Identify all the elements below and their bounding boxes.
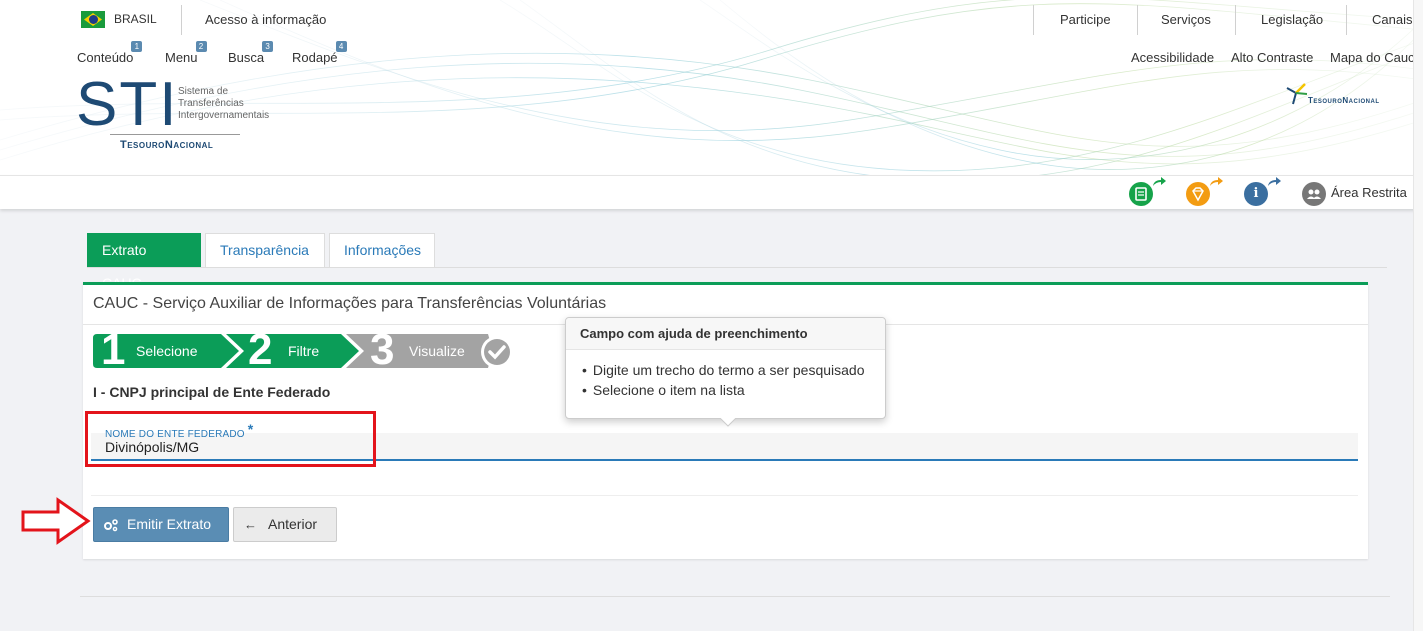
tab-informacoes[interactable]: Informações (329, 233, 435, 268)
skip-to-menu-link[interactable]: Menu 2 (165, 41, 207, 65)
tooltip-tail (720, 418, 736, 427)
tesouro-nacional-logo-icon (1286, 83, 1308, 105)
gears-icon (104, 519, 118, 532)
alto-contraste-link[interactable]: Alto Contraste (1231, 50, 1313, 65)
tooltip-item: Digite um trecho do termo a ser pesquisa… (582, 360, 885, 380)
tesouro-nacional-text: TesouroNacional (120, 139, 214, 151)
share-arrow-icon (1153, 177, 1166, 186)
page-scrollbar[interactable] (1413, 0, 1423, 631)
tooltip-item: Selecione o item na lista (582, 380, 885, 400)
tab-extrato-cauc[interactable]: Extrato CAUC (87, 233, 201, 291)
tesouro-nacional-small-text: TesouroNacional (1308, 96, 1380, 105)
anterior-button[interactable]: ← Anterior (233, 507, 337, 542)
legislacao-link[interactable]: Legislação (1261, 12, 1323, 27)
tab-transparencia[interactable]: Transparência (205, 233, 325, 268)
government-bar: BRASIL Acesso à informação Participe Ser… (0, 5, 1423, 35)
participe-link[interactable]: Participe (1060, 12, 1111, 27)
site-header: BRASIL Acesso à informação Participe Ser… (0, 0, 1423, 175)
annotation-arrow-icon (21, 497, 91, 545)
share-arrow-icon (1210, 177, 1223, 186)
arrow-left-icon: ← (244, 517, 257, 532)
diamond-share-icon[interactable] (1186, 182, 1210, 206)
acessibilidade-link[interactable]: Acessibilidade (1131, 50, 1214, 65)
canais-link[interactable]: Canais (1372, 12, 1412, 27)
panel-title: CAUC - Serviço Auxiliar de Informações p… (93, 295, 607, 312)
section-label: I - CNPJ principal de Ente Federado (93, 384, 331, 400)
area-restrita-link[interactable]: Área Restrita (1331, 185, 1407, 200)
skip-to-content-link[interactable]: Conteúdo 1 (77, 41, 143, 65)
annotation-highlight-box (85, 411, 376, 467)
users-icon[interactable] (1302, 182, 1326, 206)
check-circle-icon (481, 336, 513, 368)
country-link[interactable]: BRASIL (114, 12, 157, 26)
access-info-link[interactable]: Acesso à informação (205, 12, 326, 27)
brazil-flag-icon (81, 11, 105, 28)
help-tooltip: Campo com ajuda de preenchimento Digite … (565, 317, 886, 427)
sti-subtitle: Sistema de Transferências Intergovername… (178, 86, 270, 121)
servicos-link[interactable]: Serviços (1161, 12, 1211, 27)
service-toolbar: i Área Restrita (0, 175, 1423, 209)
tooltip-list: Digite um trecho do termo a ser pesquisa… (566, 350, 885, 400)
tooltip-title: Campo com ajuda de preenchimento (566, 318, 885, 350)
share-arrow-icon (1268, 177, 1281, 186)
mapa-do-cauc-link[interactable]: Mapa do Cauc (1330, 50, 1415, 65)
skip-to-search-link[interactable]: Busca 3 (228, 41, 274, 65)
emitir-extrato-button[interactable]: Emitir Extrato (93, 507, 229, 542)
info-share-icon[interactable]: i (1244, 182, 1268, 206)
document-share-icon[interactable] (1129, 182, 1153, 206)
skip-to-footer-link[interactable]: Rodapé 4 (292, 41, 347, 65)
